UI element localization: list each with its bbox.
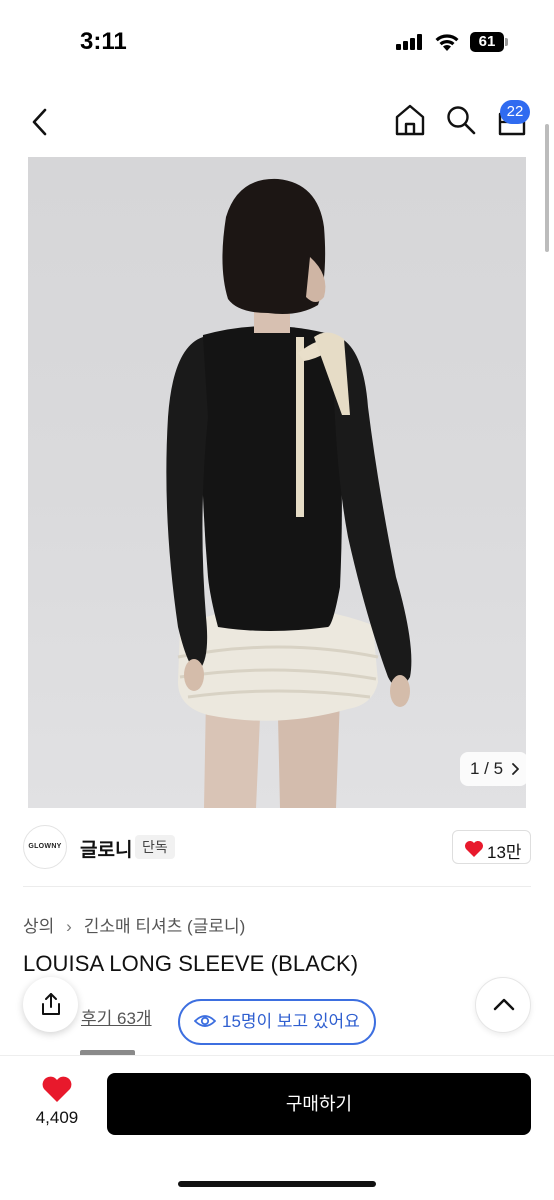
share-icon xyxy=(42,993,60,1015)
search-icon[interactable] xyxy=(446,105,476,135)
heart-icon[interactable] xyxy=(41,1075,73,1103)
breadcrumb: 상의 › 긴소매 티셔츠 (글로니) xyxy=(23,912,245,937)
chevron-right-icon xyxy=(512,763,519,775)
viewers-badge: 15명이 보고 있어요 xyxy=(178,999,376,1045)
home-indicator xyxy=(178,1181,376,1187)
exclusive-badge: 단독 xyxy=(135,835,175,859)
brand-like-count: 13만 xyxy=(487,843,522,862)
brand-name-link[interactable]: 글로니 xyxy=(80,835,132,862)
cellular-signal-icon xyxy=(396,34,424,50)
home-icon[interactable] xyxy=(394,103,426,137)
eye-icon xyxy=(194,1015,216,1027)
back-icon[interactable] xyxy=(28,107,52,137)
chevron-right-icon: › xyxy=(66,917,72,936)
wishlist-count: 4,409 xyxy=(35,1108,79,1127)
battery-level: 61 xyxy=(478,33,496,50)
buy-button[interactable]: 구매하기 xyxy=(107,1073,531,1135)
status-bar: 3:11 61 xyxy=(0,0,554,80)
cart-count-badge: 22 xyxy=(500,100,530,124)
scroll-to-top-button[interactable] xyxy=(475,977,531,1033)
product-photo-illustration xyxy=(166,178,412,808)
scrollbar[interactable] xyxy=(545,124,549,252)
chevron-up-icon xyxy=(493,998,515,1011)
divider xyxy=(23,886,531,887)
top-nav xyxy=(0,95,554,150)
wifi-icon xyxy=(435,34,459,51)
brand-logo[interactable]: GLOWNY xyxy=(23,825,67,869)
share-button[interactable] xyxy=(23,977,78,1032)
product-image[interactable] xyxy=(28,157,526,808)
heart-icon xyxy=(465,841,483,857)
battery-icon: 61 xyxy=(470,32,508,52)
product-title: LOUISA LONG SLEEVE (BLACK) xyxy=(23,951,359,976)
viewers-text: 15명이 보고 있어요 xyxy=(222,1012,360,1031)
review-link[interactable]: 후기 63개 xyxy=(81,1004,152,1029)
breadcrumb-category[interactable]: 상의 xyxy=(23,917,54,936)
brand-like-button[interactable]: 13만 xyxy=(452,830,531,864)
image-counter-button[interactable]: 1 / 5 xyxy=(460,752,528,786)
image-counter-text: 1 / 5 xyxy=(470,759,504,778)
status-time: 3:11 xyxy=(80,28,127,55)
breadcrumb-subcategory[interactable]: 긴소매 티셔츠 (글로니) xyxy=(84,917,246,936)
